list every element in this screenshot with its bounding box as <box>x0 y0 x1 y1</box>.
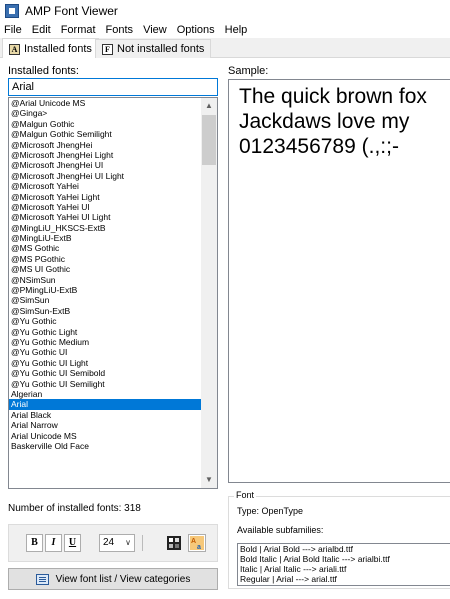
font-list-item[interactable]: @MS Gothic <box>9 243 202 253</box>
font-list-item[interactable]: Arial Black <box>9 410 202 420</box>
font-list-item[interactable]: @MS UI Gothic <box>9 264 202 274</box>
font-list-item[interactable]: @Ginga> <box>9 108 202 118</box>
subfamily-item[interactable]: Regular | Arial ---> arial.ttf <box>238 574 450 584</box>
font-list-item[interactable]: @Microsoft JhengHei <box>9 140 202 150</box>
menu-edit[interactable]: Edit <box>27 24 56 36</box>
view-font-list-label: View font list / View categories <box>55 573 191 585</box>
font-color-icon[interactable] <box>165 534 183 552</box>
font-size-select[interactable]: 24 ∨ <box>99 534 135 552</box>
font-list-item[interactable]: Baskerville Old Face <box>9 441 202 451</box>
sample-label: Sample: <box>228 65 269 77</box>
font-file-icon: F <box>102 43 113 55</box>
chevron-down-icon: ∨ <box>125 538 131 547</box>
menu-help[interactable]: Help <box>220 24 253 36</box>
font-list-item[interactable]: @Yu Gothic Medium <box>9 337 202 347</box>
font-info-group: Font Type: OpenType Available subfamilie… <box>228 490 450 589</box>
font-list-item[interactable]: @SimSun-ExtB <box>9 306 202 316</box>
tab-installed-fonts[interactable]: A Installed fonts <box>2 38 99 59</box>
subfamily-item[interactable]: Bold Italic | Arial Bold Italic ---> ari… <box>238 554 450 564</box>
format-toolbar: B I U 24 ∨ A a <box>8 524 218 562</box>
subfamilies-list[interactable]: Bold | Arial Bold ---> arialbd.ttf Bold … <box>237 543 450 586</box>
font-list-item[interactable]: @Microsoft YaHei Light <box>9 192 202 202</box>
font-list-item[interactable]: @Microsoft JhengHei Light <box>9 150 202 160</box>
tab-bar: A Installed fonts F Not installed fonts <box>0 38 450 59</box>
scroll-up-icon[interactable]: ▲ <box>201 98 217 114</box>
menu-file[interactable]: File <box>0 24 27 36</box>
font-list-item[interactable]: @Malgun Gothic <box>9 119 202 129</box>
font-list-item[interactable]: @Arial Unicode MS <box>9 98 202 108</box>
font-list-item[interactable]: @Yu Gothic UI Semilight <box>9 379 202 389</box>
font-list-item[interactable]: @Yu Gothic Light <box>9 327 202 337</box>
font-list-item[interactable]: @Yu Gothic UI Semibold <box>9 368 202 378</box>
menu-view[interactable]: View <box>138 24 172 36</box>
sample-line: The quick brown fox <box>239 85 427 108</box>
sample-line: Jackdaws love my <box>239 110 410 133</box>
installed-fonts-count: Number of installed fonts: 318 <box>8 503 141 514</box>
font-list-item[interactable]: @MS PGothic <box>9 254 202 264</box>
menu-format[interactable]: Format <box>56 24 101 36</box>
subfamilies-label: Available subfamilies: <box>237 525 324 535</box>
app-icon <box>5 3 19 18</box>
font-list-item[interactable]: @Microsoft JhengHei UI Light <box>9 171 202 181</box>
view-font-list-button[interactable]: View font list / View categories <box>8 568 218 590</box>
font-list-item[interactable]: @Yu Gothic UI Light <box>9 358 202 368</box>
font-list-scrollbar[interactable]: ▲ ▼ <box>201 98 217 488</box>
bold-button[interactable]: B <box>26 534 43 552</box>
font-search-input[interactable] <box>8 78 218 96</box>
font-type: Type: OpenType <box>237 506 304 516</box>
font-size-value: 24 <box>103 537 115 548</box>
tab-installed-label: Installed fonts <box>24 43 92 55</box>
font-list-item[interactable]: @PMingLiU-ExtB <box>9 285 202 295</box>
main-panel: Installed fonts: @Arial Unicode MS@Ginga… <box>0 58 450 599</box>
subfamily-item[interactable]: Bold | Arial Bold ---> arialbd.ttf <box>238 544 450 554</box>
sample-preview: The quick brown fox Jackdaws love my 012… <box>228 79 450 483</box>
font-list-item[interactable]: @Microsoft JhengHei UI <box>9 160 202 170</box>
font-list-item[interactable]: Algerian <box>9 389 202 399</box>
font-list-item[interactable]: @NSimSun <box>9 275 202 285</box>
toolbar-separator <box>142 535 143 551</box>
font-list-item[interactable]: Arial Narrow <box>9 420 202 430</box>
font-list-item[interactable]: @Microsoft YaHei <box>9 181 202 191</box>
scroll-thumb[interactable] <box>202 115 216 165</box>
font-list-items: @Arial Unicode MS @Ginga> @Malgun Gothic @M… <box>9 98 202 451</box>
installed-font-icon: A <box>9 43 20 55</box>
font-list-item[interactable]: Arial Unicode MS <box>9 431 202 441</box>
font-list-item[interactable]: @Microsoft YaHei UI <box>9 202 202 212</box>
italic-button[interactable]: I <box>45 534 62 552</box>
svg-text:A: A <box>191 538 196 545</box>
svg-text:a: a <box>197 544 201 551</box>
installed-fonts-label: Installed fonts: <box>8 65 79 77</box>
menu-options[interactable]: Options <box>172 24 220 36</box>
title-bar: AMP Font Viewer <box>0 0 450 21</box>
font-list-item[interactable]: @Microsoft YaHei UI Light <box>9 212 202 222</box>
window-title: AMP Font Viewer <box>25 3 118 18</box>
menu-fonts[interactable]: Fonts <box>101 24 139 36</box>
installed-fonts-list[interactable]: @Arial Unicode MS @Ginga> @Malgun Gothic @M… <box>8 97 218 489</box>
tab-not-installed-fonts[interactable]: F Not installed fonts <box>95 39 212 58</box>
text-style-icon[interactable]: A a <box>188 534 206 552</box>
font-list-item[interactable]: @Yu Gothic <box>9 316 202 326</box>
font-list-item[interactable]: @MingLiU_HKSCS-ExtB <box>9 223 202 233</box>
underline-button[interactable]: U <box>64 534 81 552</box>
sample-line: 0123456789 (.,:;- <box>239 135 399 158</box>
list-icon <box>35 573 49 585</box>
font-list-item[interactable]: Arial <box>9 399 202 410</box>
font-list-item[interactable]: @Yu Gothic UI <box>9 347 202 357</box>
font-list-item[interactable]: @MingLiU-ExtB <box>9 233 202 243</box>
scroll-down-icon[interactable]: ▼ <box>201 472 217 488</box>
font-group-title: Font <box>234 490 257 500</box>
tab-not-installed-label: Not installed fonts <box>117 43 205 55</box>
font-list-item[interactable]: @Malgun Gothic Semilight <box>9 129 202 139</box>
font-list-item[interactable]: @SimSun <box>9 295 202 305</box>
menu-bar: File Edit Format Fonts View Options Help <box>0 21 450 38</box>
subfamily-item[interactable]: Italic | Arial Italic ---> ariali.ttf <box>238 564 450 574</box>
